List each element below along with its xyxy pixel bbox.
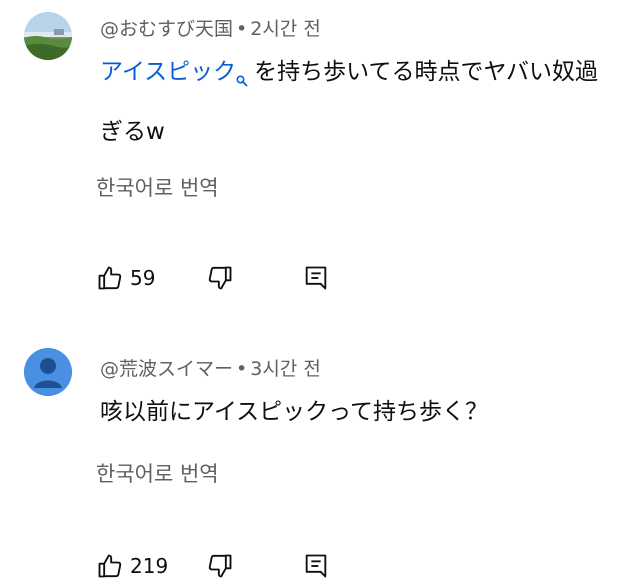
search-icon[interactable]	[236, 54, 248, 106]
like-count: 219	[130, 554, 169, 578]
comment: @荒波スイマー • 3시간 전 咳以前にアイスピックって持ち歩く？ 한국어로 번역 …	[0, 330, 640, 588]
author-name[interactable]: @荒波スイマー	[100, 358, 233, 380]
comment-time: 2시간 전	[250, 18, 321, 40]
like-count: 59	[130, 266, 156, 290]
like-button[interactable]: 59	[96, 264, 206, 292]
comment: @おむすび天国 • 2시간 전 アイスピック を持ち歩いてる時点でヤバい奴過ぎるw 한…	[0, 0, 640, 330]
author-avatar[interactable]	[24, 348, 72, 396]
dislike-button[interactable]	[206, 552, 302, 580]
thumb-down-icon	[208, 554, 232, 578]
reply-button[interactable]	[302, 552, 330, 580]
thumb-up-icon	[98, 266, 122, 290]
comment-actions: 59	[96, 260, 330, 296]
thumb-down-icon	[208, 266, 232, 290]
header-separator: •	[236, 358, 248, 380]
thumb-up-icon	[98, 554, 122, 578]
reply-icon	[305, 266, 327, 290]
comment-actions: 219	[96, 548, 330, 584]
comment-time: 3시간 전	[250, 358, 321, 380]
reply-icon	[305, 554, 327, 578]
translate-button[interactable]: 한국어로 번역	[96, 172, 219, 202]
header-separator: •	[236, 18, 248, 40]
landscape-avatar-icon	[24, 12, 72, 60]
reply-button[interactable]	[302, 264, 330, 292]
comment-header: @おむすび天国 • 2시간 전	[100, 14, 321, 41]
author-avatar[interactable]	[24, 12, 72, 60]
comment-text: 咳以前にアイスピックって持ち歩く？	[100, 386, 620, 438]
default-person-avatar-icon	[24, 348, 72, 396]
dislike-button[interactable]	[206, 264, 302, 292]
like-button[interactable]: 219	[96, 552, 206, 580]
comment-body: 咳以前にアイスピックって持ち歩く？	[100, 399, 489, 425]
comment-header: @荒波スイマー • 3시간 전	[100, 354, 321, 381]
comment-text: アイスピック を持ち歩いてる時点でヤバい奴過ぎるw	[100, 46, 620, 158]
translate-button[interactable]: 한국어로 번역	[96, 458, 219, 488]
search-link[interactable]: アイスピック	[100, 59, 236, 85]
author-name[interactable]: @おむすび天国	[100, 18, 233, 40]
